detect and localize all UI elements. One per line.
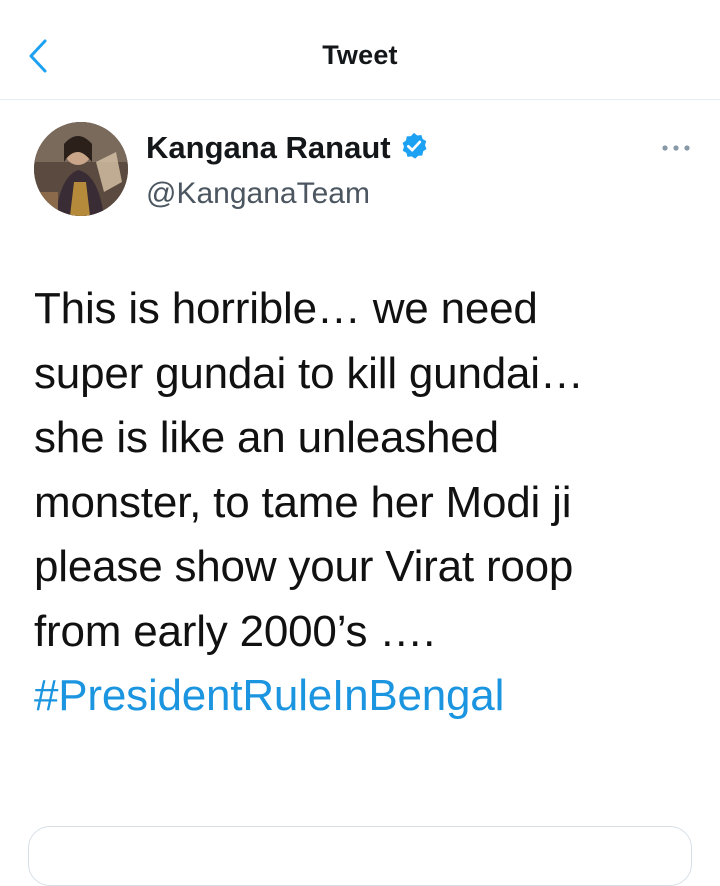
hashtag-link[interactable]: #PresidentRuleInBengal <box>34 671 504 720</box>
page-title: Tweet <box>322 40 398 70</box>
reply-input[interactable] <box>28 826 692 886</box>
top-bar: Tweet <box>0 0 720 100</box>
more-horizontal-icon <box>661 139 691 157</box>
author-handle[interactable]: @KanganaTeam <box>146 177 370 211</box>
more-options-button[interactable] <box>656 138 696 158</box>
tweet-author: Kangana Ranaut @KanganaTeam <box>34 122 694 222</box>
verified-badge-icon <box>399 131 429 166</box>
tweet-body: This is horrible… we need super gundai t… <box>34 277 694 729</box>
author-name-row: Kangana Ranaut <box>146 130 429 166</box>
tweet-text: This is horrible… we need super gundai t… <box>34 284 584 656</box>
avatar[interactable] <box>34 122 128 216</box>
author-name[interactable]: Kangana Ranaut <box>146 130 391 166</box>
